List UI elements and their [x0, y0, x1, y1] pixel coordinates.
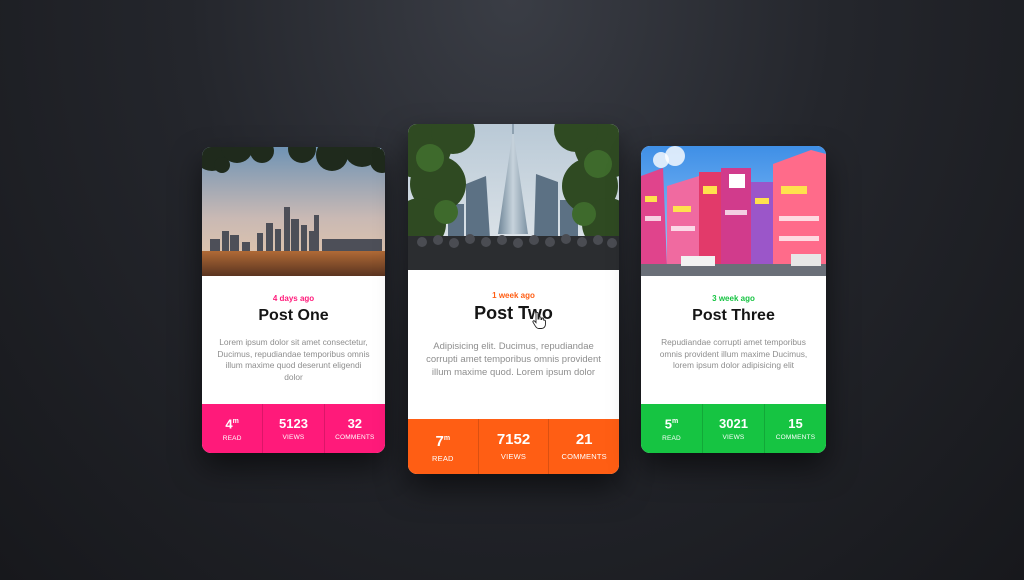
views-stat: 5123 VIEWS [263, 404, 325, 453]
post-stats-bar: 5m READ 3021 VIEWS 15 COMMENTS [641, 404, 826, 453]
post-card-three[interactable]: 3 week ago Post Three Repudiandae corrup… [641, 146, 826, 453]
views-label: VIEWS [722, 433, 745, 441]
comments-label: COMMENTS [335, 433, 375, 441]
post-excerpt: Repudiandae corrupti amet temporibus omn… [659, 337, 808, 370]
views-stat: 7152 VIEWS [479, 419, 550, 474]
post-title[interactable]: Post Two [422, 303, 605, 324]
comments-label: COMMENTS [561, 452, 607, 461]
views-stat: 3021 VIEWS [703, 404, 765, 453]
views-value: 3021 [719, 415, 748, 431]
read-time-stat: 4m READ [202, 404, 264, 453]
read-time-label: READ [222, 434, 242, 442]
comments-stat[interactable]: 15 COMMENTS [765, 404, 826, 453]
post-title[interactable]: Post One [216, 307, 371, 325]
post-stats-bar: 7m READ 7152 VIEWS 21 COMMENTS [408, 419, 619, 474]
comments-label: COMMENTS [775, 433, 816, 441]
post-excerpt: Lorem ipsum dolor sit amet consectetur, … [217, 337, 370, 382]
comments-stat[interactable]: 21 COMMENTS [549, 419, 619, 474]
read-time-stat: 7m READ [408, 419, 479, 474]
hand-cursor-icon [532, 312, 546, 329]
views-value: 5123 [279, 415, 308, 431]
post-title[interactable]: Post Three [655, 307, 812, 325]
read-time-value: 7 [435, 432, 444, 450]
post-date: 1 week ago [492, 291, 535, 300]
read-time-unit: m [672, 418, 679, 426]
city-skyline-photo [202, 147, 385, 276]
views-label: VIEWS [282, 433, 305, 441]
comments-value: 21 [575, 431, 593, 448]
post-excerpt: Adipisicing elit. Ducimus, repudiandae c… [426, 341, 601, 378]
comments-value: 15 [788, 415, 803, 431]
read-time-value: 5 [664, 416, 672, 432]
post-stats-bar: 4m READ 5123 VIEWS 32 COMMENTS [202, 404, 385, 453]
views-label: VIEWS [500, 452, 527, 461]
read-time-value: 4 [225, 416, 233, 432]
skyscraper-crowd-photo [408, 124, 619, 270]
read-time-label: READ [432, 453, 454, 463]
post-date: 3 week ago [712, 294, 755, 303]
comments-stat[interactable]: 32 COMMENTS [325, 404, 385, 453]
read-time-unit: m [232, 418, 239, 426]
comments-value: 32 [347, 415, 363, 431]
post-date: 4 days ago [272, 294, 315, 303]
views-value: 7152 [496, 431, 531, 448]
read-time-label: READ [662, 434, 681, 442]
read-time-stat: 5m READ [641, 404, 703, 453]
post-card-two[interactable]: 1 week ago Post Two Adipisicing elit. Du… [408, 124, 619, 474]
read-time-unit: m [443, 434, 451, 442]
akihabara-street-photo [641, 146, 826, 276]
post-card-one[interactable]: 4 days ago Post One Lorem ipsum dolor si… [202, 147, 385, 453]
